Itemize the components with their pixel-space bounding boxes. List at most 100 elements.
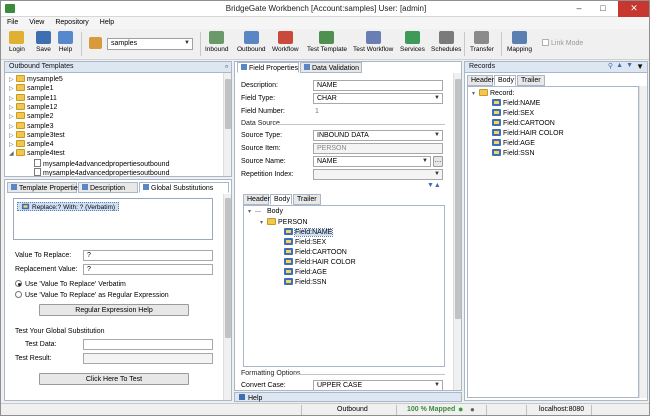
field-icon: [492, 99, 501, 106]
middle-scrollbar[interactable]: [453, 73, 461, 390]
description-input[interactable]: NAME: [313, 80, 443, 91]
expand-icon[interactable]: ▷: [9, 123, 16, 130]
mapping-button[interactable]: Mapping: [507, 31, 532, 53]
tab-field-properties[interactable]: Field Properties: [237, 62, 299, 73]
expand-icon[interactable]: ▷: [9, 141, 16, 148]
transfer-button[interactable]: Transfer: [470, 31, 494, 53]
tree-group-person[interactable]: ▾ PERSON: [260, 218, 308, 228]
substitutions-list[interactable]: Replace:? With: ? (Verbatim): [13, 198, 213, 240]
remove-icon[interactable]: ●: [470, 405, 475, 414]
source-name-browse-button[interactable]: …: [433, 156, 443, 167]
transfer-icon: [474, 31, 490, 44]
close-button[interactable]: ✕: [618, 1, 649, 17]
outbound-templates-header: Outbound Templates ▫: [5, 62, 231, 73]
link-mode-checkbox[interactable]: Link Mode: [542, 39, 583, 47]
save-button[interactable]: Save: [36, 31, 51, 53]
field-item[interactable]: Field:SSN: [284, 278, 327, 288]
login-button[interactable]: Login: [9, 31, 25, 53]
test-workflow-icon: [365, 31, 381, 44]
regex-help-button[interactable]: Regular Expression Help: [39, 304, 189, 316]
record-field-item[interactable]: Field:NAME: [492, 99, 540, 109]
search-icon[interactable]: ⚲: [608, 62, 613, 70]
click-to-test-button[interactable]: Click Here To Test: [39, 373, 189, 385]
field-item[interactable]: Field:HAIR COLOR: [284, 258, 356, 268]
tree-root-body[interactable]: ▾ — Body: [248, 208, 283, 218]
test-data-input[interactable]: [83, 339, 213, 350]
services-button[interactable]: Services: [400, 31, 425, 53]
tab-body[interactable]: Body: [270, 194, 292, 205]
record-field-item[interactable]: Field:SSN: [492, 149, 535, 159]
workflow-button[interactable]: Workflow: [272, 31, 299, 53]
tab-records-header[interactable]: Header: [467, 75, 494, 86]
folder-icon: [16, 140, 25, 148]
tab-global-substitutions[interactable]: Global Substitutions: [139, 182, 229, 193]
inbound-button[interactable]: Inbound: [205, 31, 229, 53]
menu-help[interactable]: Help: [94, 17, 119, 26]
outbound-button[interactable]: Outbound: [237, 31, 266, 53]
help-button[interactable]: Help: [58, 31, 73, 53]
regex-radio[interactable]: Use 'Value To Replace' as Regular Expres…: [15, 291, 169, 299]
expand-icon[interactable]: ▷: [9, 76, 16, 83]
source-name-select[interactable]: NAME ▼: [313, 156, 431, 167]
tab-header[interactable]: Header: [243, 194, 270, 205]
scroll-thumb[interactable]: [225, 198, 231, 338]
menu-file[interactable]: File: [1, 17, 23, 26]
menu-view[interactable]: View: [23, 17, 49, 26]
add-icon[interactable]: ●: [458, 404, 463, 414]
substitution-item[interactable]: Replace:? With: ? (Verbatim): [17, 202, 120, 211]
test-template-button[interactable]: Test Template: [307, 31, 347, 53]
schedules-button[interactable]: Schedules: [431, 31, 461, 53]
record-field-item[interactable]: Field:CARTOON: [492, 119, 555, 129]
records-scrollbar[interactable]: [639, 86, 647, 398]
help-bar[interactable]: Help: [234, 392, 462, 402]
minimize-button[interactable]: –: [567, 1, 591, 17]
replacement-value-input[interactable]: ?: [83, 264, 213, 275]
document-icon: [34, 168, 41, 176]
expand-icon[interactable]: ▷: [9, 113, 16, 120]
panel-menu-icon[interactable]: ▼: [636, 62, 644, 71]
tab-records-body[interactable]: Body: [494, 75, 516, 86]
minimize-panel-icon[interactable]: ▫: [225, 62, 228, 71]
tab-data-validation[interactable]: Data Validation: [300, 62, 362, 73]
field-item[interactable]: Field:NAME: [284, 228, 334, 238]
folder-icon: [16, 75, 25, 82]
tab-records-trailer[interactable]: Trailer: [517, 75, 545, 86]
field-item[interactable]: Field:AGE: [284, 268, 327, 278]
tree-item[interactable]: mysample4advancedpropertiesoutbound: [27, 168, 169, 176]
expand-icon[interactable]: ▷: [9, 104, 16, 111]
menu-bar: File View Repository Help: [1, 17, 649, 29]
expand-icon[interactable]: ▷: [9, 85, 16, 92]
scroll-thumb[interactable]: [455, 79, 461, 319]
tab-template-properties[interactable]: Template Properties: [7, 182, 81, 193]
collapse-all-icon[interactable]: ▲: [616, 62, 623, 69]
expand-icon[interactable]: ◢: [9, 150, 16, 157]
left-panel-scrollbar[interactable]: [223, 194, 231, 400]
field-icon: [284, 238, 293, 245]
record-field-item[interactable]: Field:AGE: [492, 139, 535, 149]
value-to-replace-input[interactable]: ?: [83, 250, 213, 261]
tab-description[interactable]: Description: [78, 182, 138, 193]
record-field-item[interactable]: Field:SEX: [492, 109, 534, 119]
scroll-thumb[interactable]: [225, 79, 231, 129]
menu-repository[interactable]: Repository: [49, 17, 93, 26]
expand-icon[interactable]: ▷: [9, 95, 16, 102]
source-type-select[interactable]: INBOUND DATA ▼: [313, 130, 443, 141]
expand-all-icon[interactable]: ▼: [626, 62, 633, 69]
records-header: Records ⚲ ▲ ▼ ▼: [465, 62, 647, 73]
collapse-expand-icon[interactable]: ▼▲: [427, 182, 441, 189]
verbatim-radio[interactable]: Use 'Value To Replace' Verbatim: [15, 280, 126, 288]
account-combo[interactable]: samples ▼: [107, 38, 193, 50]
tree-scrollbar[interactable]: [223, 73, 231, 176]
maximize-button[interactable]: □: [591, 1, 615, 17]
tab-trailer[interactable]: Trailer: [293, 194, 321, 205]
expand-icon[interactable]: ▷: [9, 132, 16, 139]
field-icon: [284, 268, 293, 275]
field-item[interactable]: Field:CARTOON: [284, 248, 347, 258]
records-root[interactable]: ▾ Record:: [472, 89, 515, 99]
test-workflow-button[interactable]: Test Workflow: [353, 31, 393, 53]
convert-case-select[interactable]: UPPER CASE ▼: [313, 380, 443, 390]
field-properties-panel: Field Properties Data Validation Descrip…: [234, 61, 462, 391]
field-type-select[interactable]: CHAR ▼: [313, 93, 443, 104]
field-item[interactable]: Field:SEX: [284, 238, 326, 248]
record-field-item[interactable]: Field:HAIR COLOR: [492, 129, 564, 139]
